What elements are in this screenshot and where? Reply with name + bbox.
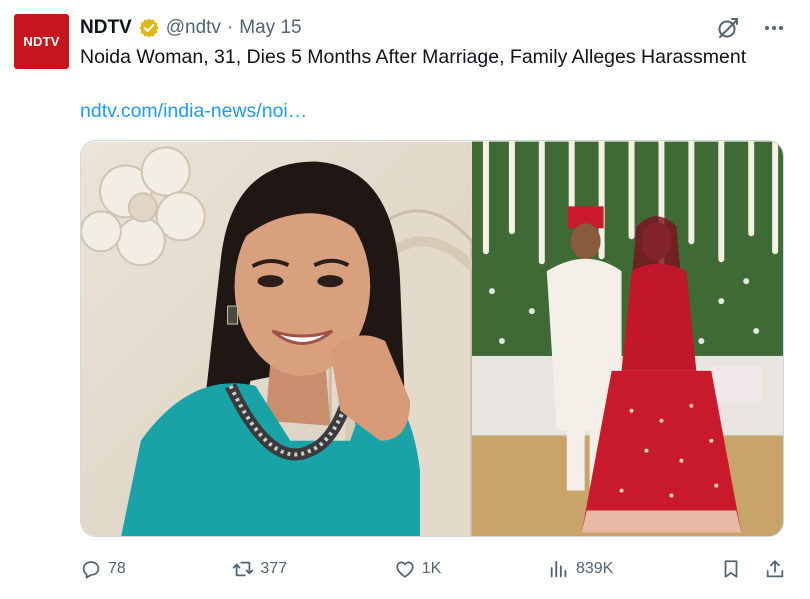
- header-separator: ·: [226, 17, 234, 38]
- views-icon: [550, 560, 567, 578]
- grok-icon[interactable]: [716, 16, 740, 40]
- tweet-header: NDTV @ndtv · May 15: [80, 14, 302, 42]
- avatar[interactable]: NDTV: [14, 14, 69, 69]
- share-button[interactable]: [764, 558, 786, 580]
- retweet-count: 377: [260, 560, 288, 577]
- account-handle[interactable]: @ndtv: [166, 17, 221, 39]
- heart-icon: [396, 561, 414, 578]
- retweet-icon: [233, 561, 254, 577]
- tweet-date[interactable]: May 15: [239, 17, 301, 39]
- secondary-actions: [720, 558, 786, 580]
- tweet-top-icons: [716, 16, 786, 40]
- reply-count: 78: [108, 560, 126, 577]
- tweet-actions: 78 377 1K 839K: [80, 552, 786, 586]
- tweet-text: Noida Woman, 31, Dies 5 Months After Mar…: [80, 46, 747, 68]
- tweet-card[interactable]: NDTV NDTV @ndtv · May 15 Noida Woman, 31…: [0, 0, 810, 599]
- like-count: 1K: [421, 560, 442, 577]
- share-icon: [766, 560, 784, 578]
- avatar-logo-text: NDTV: [23, 34, 60, 49]
- reply-button[interactable]: 78: [80, 558, 126, 580]
- bookmark-icon: [724, 560, 738, 578]
- retweet-button[interactable]: 377: [232, 558, 287, 580]
- views-button[interactable]: 839K: [548, 558, 613, 580]
- media-photo-wedding[interactable]: [471, 141, 783, 537]
- account-name[interactable]: NDTV: [80, 17, 132, 39]
- tweet-media[interactable]: [80, 140, 784, 537]
- reply-icon: [82, 561, 100, 579]
- bookmark-button[interactable]: [720, 558, 742, 580]
- more-icon[interactable]: [762, 16, 786, 40]
- views-count: 839K: [575, 560, 614, 577]
- tweet-link[interactable]: ndtv.com/india-news/noi…: [80, 98, 307, 125]
- media-photo-portrait[interactable]: [81, 141, 472, 537]
- like-button[interactable]: 1K: [394, 558, 442, 580]
- verified-badge-icon: [138, 17, 160, 39]
